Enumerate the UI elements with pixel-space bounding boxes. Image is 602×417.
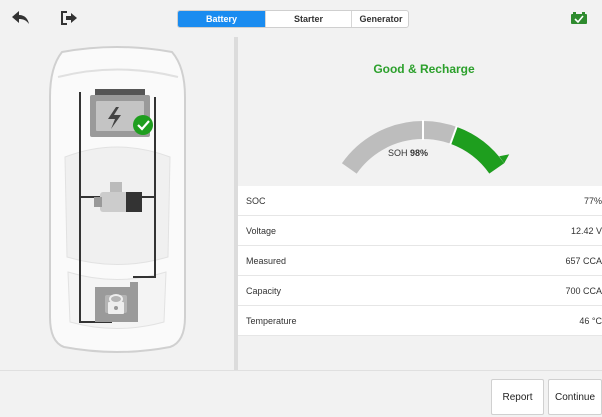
- tab-battery[interactable]: Battery: [178, 11, 266, 27]
- tab-starter[interactable]: Starter: [266, 11, 352, 27]
- soh-label: SOH: [388, 148, 408, 158]
- row-value: 700 CCA: [565, 285, 602, 296]
- vehicle-diagram-panel: [0, 37, 234, 370]
- row-label: Voltage: [246, 225, 277, 236]
- row-value: 77%: [583, 195, 602, 206]
- row-value: 657 CCA: [565, 255, 602, 266]
- top-bar: Battery Starter Generator: [0, 0, 602, 37]
- table-row: Capacity 700 CCA: [238, 276, 602, 306]
- table-row: Temperature 46 °C: [238, 306, 602, 336]
- back-arrow-icon[interactable]: [10, 8, 32, 28]
- continue-button[interactable]: Continue: [548, 379, 602, 415]
- engine-lock-icon: [95, 282, 138, 322]
- table-row: Voltage 12.42 V: [238, 216, 602, 246]
- check-badge-icon: [133, 115, 153, 135]
- report-button[interactable]: Report: [491, 379, 544, 415]
- table-row: Measured 657 CCA: [238, 246, 602, 276]
- row-label: Measured: [246, 255, 287, 266]
- table-row: SOC 77%: [238, 186, 602, 216]
- car-diagram: [49, 46, 186, 353]
- soh-readout: SOH 98%: [388, 148, 428, 158]
- battery-test-screen: Battery Starter Generator Good & Recharg…: [0, 0, 602, 417]
- soh-value: 98%: [410, 148, 429, 158]
- test-tabs: Battery Starter Generator: [177, 10, 409, 28]
- row-label: Temperature: [246, 315, 297, 326]
- exit-icon[interactable]: [58, 8, 80, 28]
- battery-check-icon: [571, 11, 587, 24]
- result-panel: Good & Recharge SOH 98% SOC 77% Voltage …: [238, 37, 602, 370]
- status-title: Good & Recharge: [373, 62, 475, 76]
- tab-generator[interactable]: Generator: [352, 11, 408, 27]
- row-label: Capacity: [246, 285, 282, 296]
- bottom-bar: Report Continue: [0, 370, 602, 417]
- row-label: SOC: [246, 195, 266, 206]
- row-value: 46 °C: [579, 315, 602, 326]
- measurement-table: SOC 77% Voltage 12.42 V Measured 657 CCA…: [238, 186, 602, 336]
- row-value: 12.42 V: [570, 225, 602, 236]
